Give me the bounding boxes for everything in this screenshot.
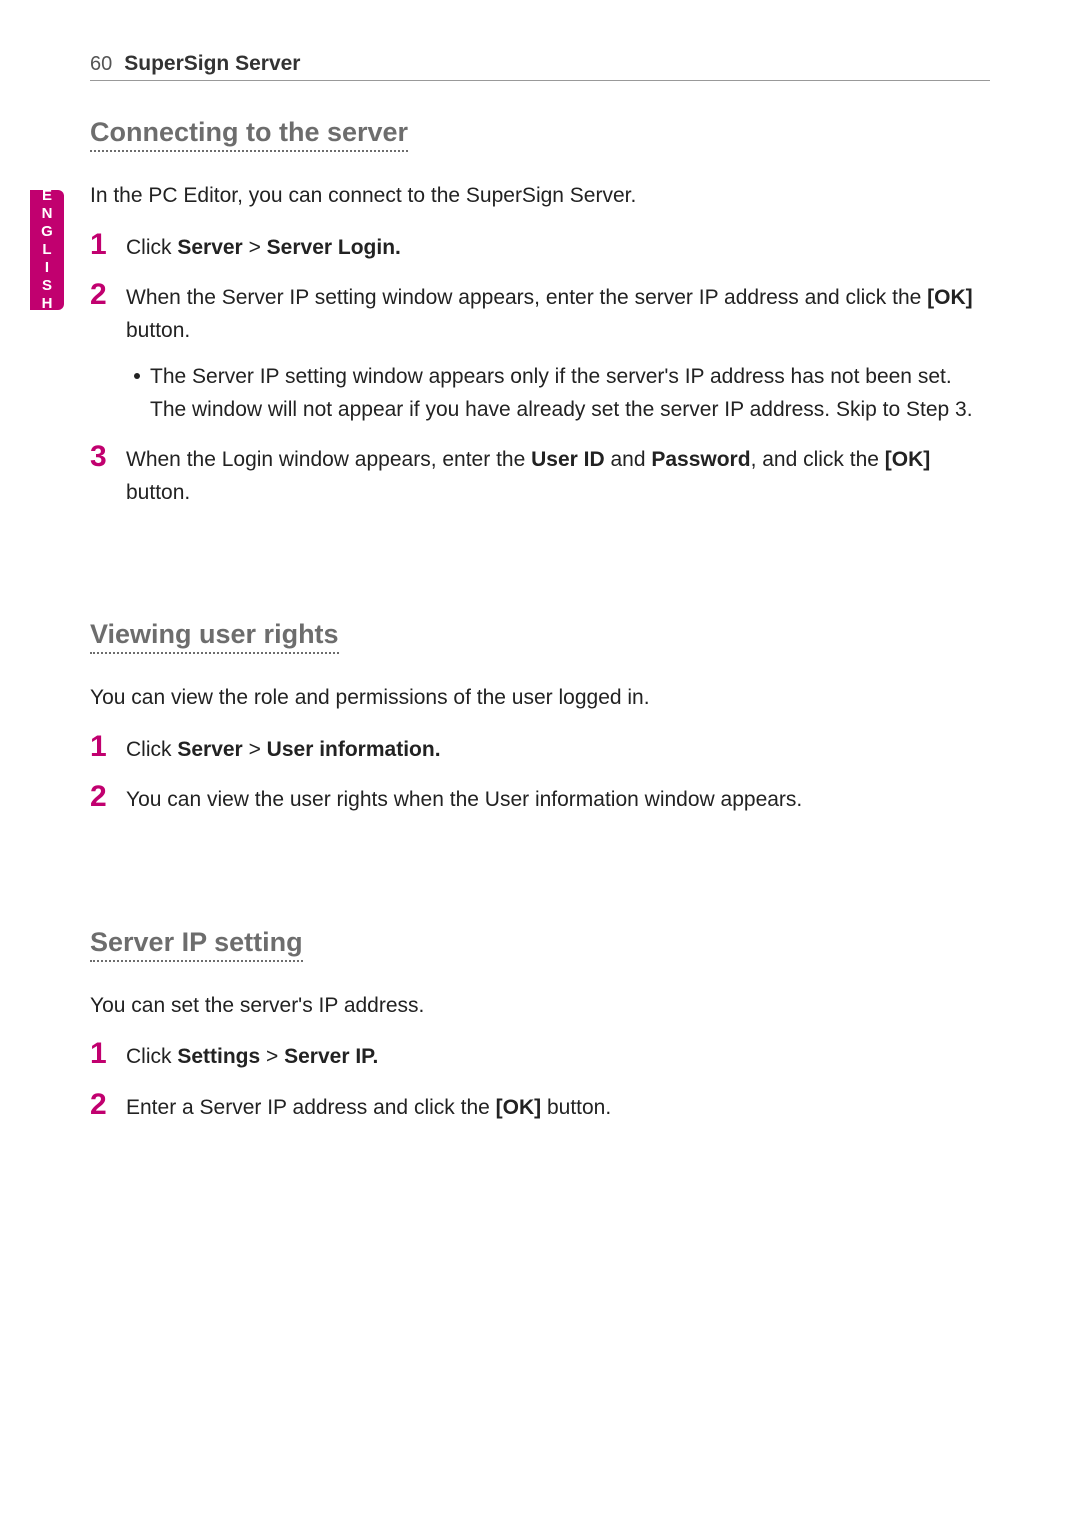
step-body: Enter a Server IP address and click the … — [126, 1088, 990, 1125]
section-title: Viewing user rights — [90, 619, 339, 654]
step: 2 Enter a Server IP address and click the… — [90, 1088, 990, 1125]
step-body: When the Server IP setting window appear… — [126, 278, 990, 426]
step: 3 When the Login window appears, enter th… — [90, 440, 990, 509]
language-side-tab: ENGLISH — [30, 190, 64, 310]
page-number: 60 — [90, 53, 112, 76]
sub-bullet-text: The Server IP setting window appears onl… — [150, 361, 990, 426]
bullet-dot-icon — [134, 373, 140, 379]
step-body: Click Server > Server Login. — [126, 228, 990, 265]
step-number: 3 — [90, 440, 112, 473]
step: 1 Click Server > User information. — [90, 730, 990, 767]
sub-bullet: The Server IP setting window appears onl… — [126, 361, 990, 426]
step-number: 2 — [90, 278, 112, 311]
step-list: 1 Click Server > Server Login. 2 When the S… — [90, 228, 990, 510]
section-title: Server IP setting — [90, 927, 303, 962]
section-intro: You can set the server's IP address. — [90, 990, 990, 1022]
step-body: You can view the user rights when the Us… — [126, 780, 990, 817]
step: 1 Click Settings > Server IP. — [90, 1037, 990, 1074]
step: 2 You can view the user rights when the U… — [90, 780, 990, 817]
step-text: When the Login window appears, enter the… — [126, 444, 990, 509]
section: Viewing user rights You can view the role… — [90, 619, 990, 817]
document-body: Connecting to the server In the PC Editor… — [90, 117, 990, 1125]
step: 1 Click Server > Server Login. — [90, 228, 990, 265]
header-title: SuperSign Server — [124, 52, 300, 76]
page-header: 60 SuperSign Server — [90, 52, 990, 81]
step-list: 1 Click Settings > Server IP. 2 Enter a Ser… — [90, 1037, 990, 1124]
step-text: Click Server > Server Login. — [126, 232, 990, 265]
step-text: You can view the user rights when the Us… — [126, 784, 990, 817]
step-text: Enter a Server IP address and click the … — [126, 1092, 990, 1125]
step-body: Click Server > User information. — [126, 730, 990, 767]
step-number: 1 — [90, 1037, 112, 1070]
step-list: 1 Click Server > User information. 2 You ca… — [90, 730, 990, 817]
language-label: ENGLISH — [39, 187, 56, 313]
section-intro: You can view the role and permissions of… — [90, 682, 990, 714]
step-text: When the Server IP setting window appear… — [126, 282, 990, 347]
step-number: 1 — [90, 730, 112, 763]
section: Connecting to the server In the PC Editor… — [90, 117, 990, 509]
step-number: 2 — [90, 780, 112, 813]
document-page: 60 SuperSign Server ENGLISH Connecting t… — [0, 0, 1080, 1532]
step: 2 When the Server IP setting window appea… — [90, 278, 990, 426]
section-intro: In the PC Editor, you can connect to the… — [90, 180, 990, 212]
section: Server IP setting You can set the server'… — [90, 927, 990, 1125]
step-number: 2 — [90, 1088, 112, 1121]
step-text: Click Settings > Server IP. — [126, 1041, 990, 1074]
section-title: Connecting to the server — [90, 117, 408, 152]
step-body: Click Settings > Server IP. — [126, 1037, 990, 1074]
step-body: When the Login window appears, enter the… — [126, 440, 990, 509]
step-text: Click Server > User information. — [126, 734, 990, 767]
step-number: 1 — [90, 228, 112, 261]
